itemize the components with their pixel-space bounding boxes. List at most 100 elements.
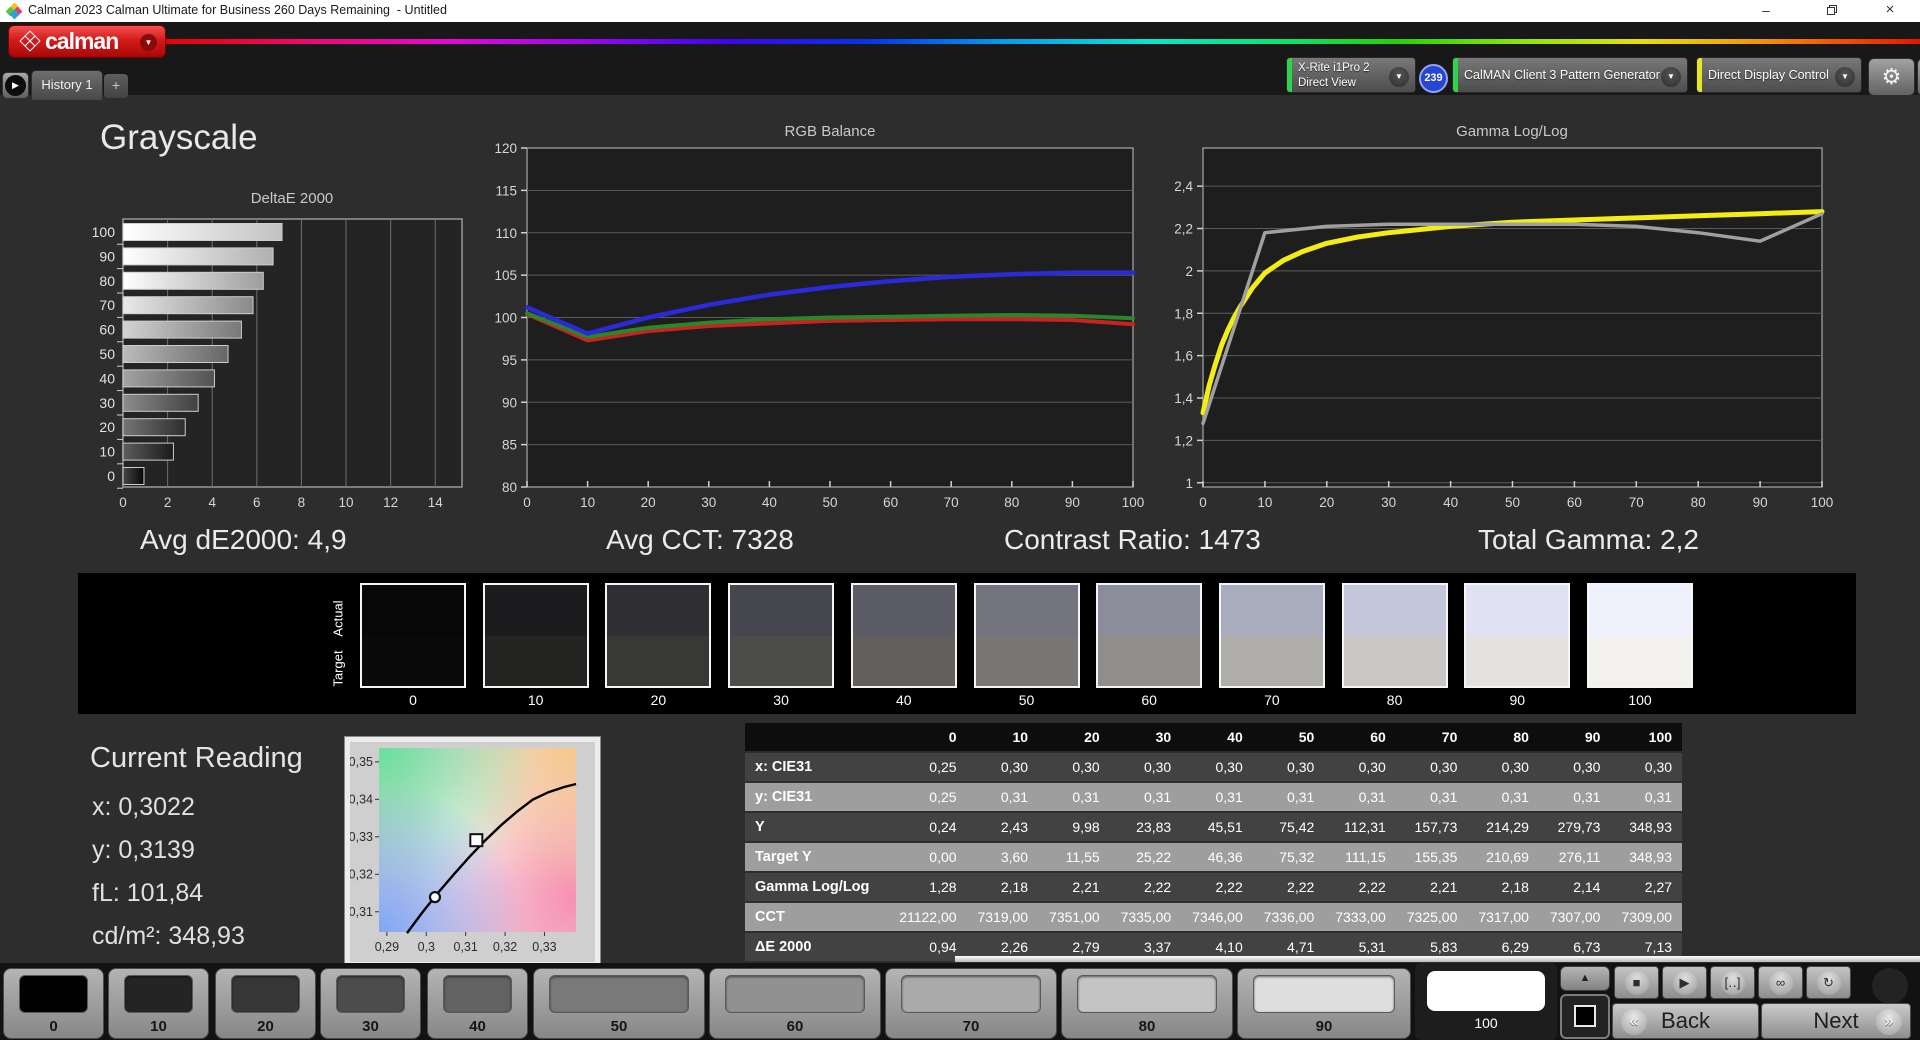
deltae-bar-30 [122,393,199,412]
back-button[interactable]: « Back [1612,1003,1759,1039]
pattern-window-button[interactable] [1560,994,1610,1039]
table-column-header: 50 [1298,729,1315,745]
minimize-icon: – [1762,2,1770,18]
minimize-button[interactable]: – [1744,0,1788,22]
chart-canvas: DeltaE 20000 2 4 6 8 10 12 14100908070605040302… [92,190,463,510]
chevron-down-icon[interactable]: ▼ [1389,67,1409,87]
summary-metric: Avg dE2000: 4,9 [140,524,347,555]
table-cell: 0,25 [929,789,957,805]
history-expand-button[interactable]: ▶ [2,72,29,99]
play-button[interactable]: ▶ [1662,966,1707,999]
patch-button-70[interactable]: 70 [885,968,1057,1039]
patch-swatch [231,975,300,1013]
svg-text:6: 6 [253,495,261,510]
patch-level-label: 40 [469,1018,486,1035]
refresh-icon: ↻ [1816,970,1841,995]
target-swatch [1343,635,1446,686]
patch-level-label: 0 [49,1018,58,1035]
table-cell: 0,31 [1215,789,1243,805]
swatch-level-label: 100 [1628,692,1652,708]
next-button[interactable]: Next » [1761,1003,1911,1039]
patch-button-50[interactable]: 50 [533,968,705,1039]
swatch-level-label: 70 [1264,692,1280,708]
pattern-range-button[interactable]: [‥] [1710,966,1755,999]
svg-text:30: 30 [1381,495,1396,510]
meter-dropdown[interactable]: X-Rite i1Pro 2 Direct View ▼ [1286,57,1416,93]
add-tab-button[interactable]: + [104,74,128,98]
patch-button-20[interactable]: 20 [215,968,316,1039]
loop-button[interactable]: ∞ [1758,966,1803,999]
pattern-generator-dropdown[interactable]: CalMAN Client 3 Pattern Generator ▼ [1452,57,1688,93]
chevron-down-icon[interactable]: ▼ [1661,67,1681,87]
table-cell: 0,30 [1072,759,1100,775]
patch-button-60[interactable]: 60 [709,968,881,1039]
table-column-header: 0 [948,729,957,745]
table-row-label: Gamma Log/Log [755,879,870,895]
daylight-locus-curve [406,782,577,934]
stop-button[interactable]: ■ [1614,966,1659,999]
restore-button[interactable] [1810,0,1854,22]
display-control-dropdown[interactable]: Direct Display Control ▼ [1696,57,1862,93]
table-cell: 0,31 [1143,789,1172,805]
table-row-label: y: CIE31 [755,789,813,805]
svg-text:100: 100 [1122,495,1145,510]
patch-swatch [1253,975,1395,1013]
patch-level-label: 100 [1474,1015,1498,1031]
settings-button[interactable]: ⚙ [1868,58,1915,96]
swatch-tile-30 [728,583,835,688]
table-row: y: CIE31 0,25 0,31 0,31 0,31 0,31 0,31 0,31 0,31… [745,783,1682,811]
display-control-status-bar [1697,58,1702,92]
svg-text:2,2: 2,2 [1174,222,1193,237]
actual-swatch [975,585,1078,636]
table-cell: 2,21 [1072,879,1100,895]
chevron-down-icon[interactable]: ▼ [140,34,157,51]
swatch-tile-40 [850,583,957,688]
svg-text:0,34: 0,34 [350,792,373,806]
patch-button-80[interactable]: 80 [1061,968,1233,1039]
patch-button-10[interactable]: 10 [108,968,209,1039]
patch-button-40[interactable]: 40 [427,968,528,1039]
patch-button-0[interactable]: 0 [3,968,104,1039]
svg-text:0,29: 0,29 [375,940,399,954]
patch-level-label: 30 [362,1018,379,1035]
table-column-header: 10 [1012,729,1029,745]
deltae-bar-50 [122,345,229,363]
close-button[interactable]: × [1868,0,1912,22]
table-column-header: 20 [1084,729,1100,745]
patch-button-90[interactable]: 90 [1237,968,1411,1039]
actual-swatch [1220,585,1323,636]
table-row: CCT 21122,00 7319,00 7351,00 7335,00 7346,00 7… [745,903,1682,931]
tab-history-1[interactable]: History 1 [31,70,103,100]
svg-text:2: 2 [1185,264,1193,279]
swatch-tile-10 [482,583,589,688]
swatch-level-label: 10 [527,692,544,708]
table-cell: 45,51 [1207,819,1243,835]
chevron-down-icon[interactable]: ▼ [1835,67,1855,87]
table-cell: 0,31 [1430,789,1458,805]
svg-text:60: 60 [883,495,898,510]
refresh-button[interactable]: ↻ [1806,966,1851,999]
table-cell: 0,30 [1287,759,1315,775]
svg-text:80: 80 [99,273,115,289]
patch-button-100[interactable]: 100 [1415,963,1557,1040]
bottom-separator [955,956,1920,962]
table-cell: 75,32 [1279,849,1315,865]
patch-button-30[interactable]: 30 [320,968,421,1039]
close-icon: × [1885,1,1895,18]
table-cell: 7325,00 [1406,909,1458,925]
cie-overlay: 0,29 0,3 0,31 0,32 0,33 0,35 0,34 0,33 0,32 0,31 [350,755,577,954]
table-cell: 348,93 [1629,819,1673,835]
table-cell: 1,28 [929,879,957,895]
patch-level-label: 70 [962,1018,980,1035]
actual-swatch [1098,585,1201,636]
chart-canvas: RGB Balance 120 115 110 105 100 95 90 85 80 0 10 20 3… [494,123,1145,510]
table-cell: 0,00 [929,849,957,865]
svg-text:30: 30 [701,495,716,510]
calman-menu-button[interactable]: calman ▼ [8,25,166,58]
svg-text:0: 0 [523,495,531,510]
svg-text:14: 14 [428,495,444,510]
svg-text:50: 50 [99,346,115,362]
svg-text:50: 50 [1505,495,1520,510]
swatch-level-label: 0 [409,692,417,708]
collapse-strip-button[interactable]: ▲ [1560,966,1610,991]
